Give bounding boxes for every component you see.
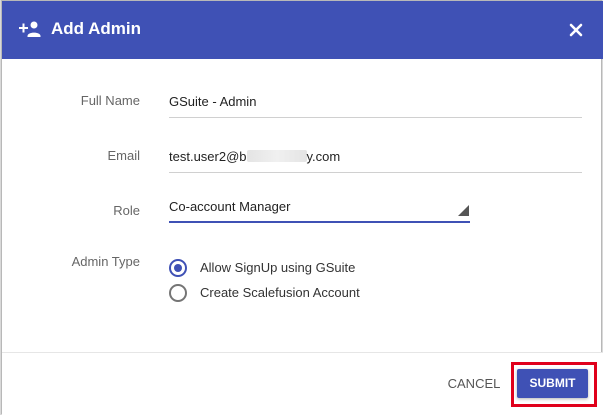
- role-label: Role: [113, 203, 140, 218]
- full-name-field[interactable]: GSuite - Admin: [169, 92, 582, 118]
- radio-label: Allow SignUp using GSuite: [200, 260, 356, 275]
- dropdown-arrow-icon: [458, 205, 469, 216]
- radio-allow-signup-gsuite[interactable]: Allow SignUp using GSuite: [169, 259, 389, 279]
- radio-button-checked[interactable]: [169, 259, 187, 277]
- email-field[interactable]: test.user2@b y.com: [169, 147, 582, 173]
- radio-label: Create Scalefusion Account: [200, 285, 360, 300]
- dialog-header: Add Admin: [2, 1, 603, 59]
- email-label: Email: [107, 148, 140, 163]
- email-value-start: test.user2@b: [169, 149, 247, 164]
- dialog-title: Add Admin: [51, 19, 142, 38]
- radio-button[interactable]: [169, 284, 187, 302]
- role-select[interactable]: Co-account Manager: [169, 197, 470, 223]
- add-person-icon: [19, 21, 41, 37]
- redacted-text: [246, 150, 307, 162]
- close-icon[interactable]: [566, 20, 586, 40]
- role-value: Co-account Manager: [169, 199, 291, 214]
- admin-type-label: Admin Type: [71, 254, 140, 269]
- full-name-value: GSuite - Admin: [169, 94, 257, 109]
- cancel-button[interactable]: CANCEL: [440, 373, 508, 395]
- submit-button[interactable]: SUBMIT: [517, 369, 588, 398]
- add-admin-dialog: Add Admin Full Name GSuite - Admin Email…: [1, 0, 603, 415]
- full-name-label: Full Name: [80, 93, 140, 108]
- radio-create-scalefusion-account[interactable]: Create Scalefusion Account: [169, 284, 399, 304]
- email-value-end: y.com: [306, 149, 341, 164]
